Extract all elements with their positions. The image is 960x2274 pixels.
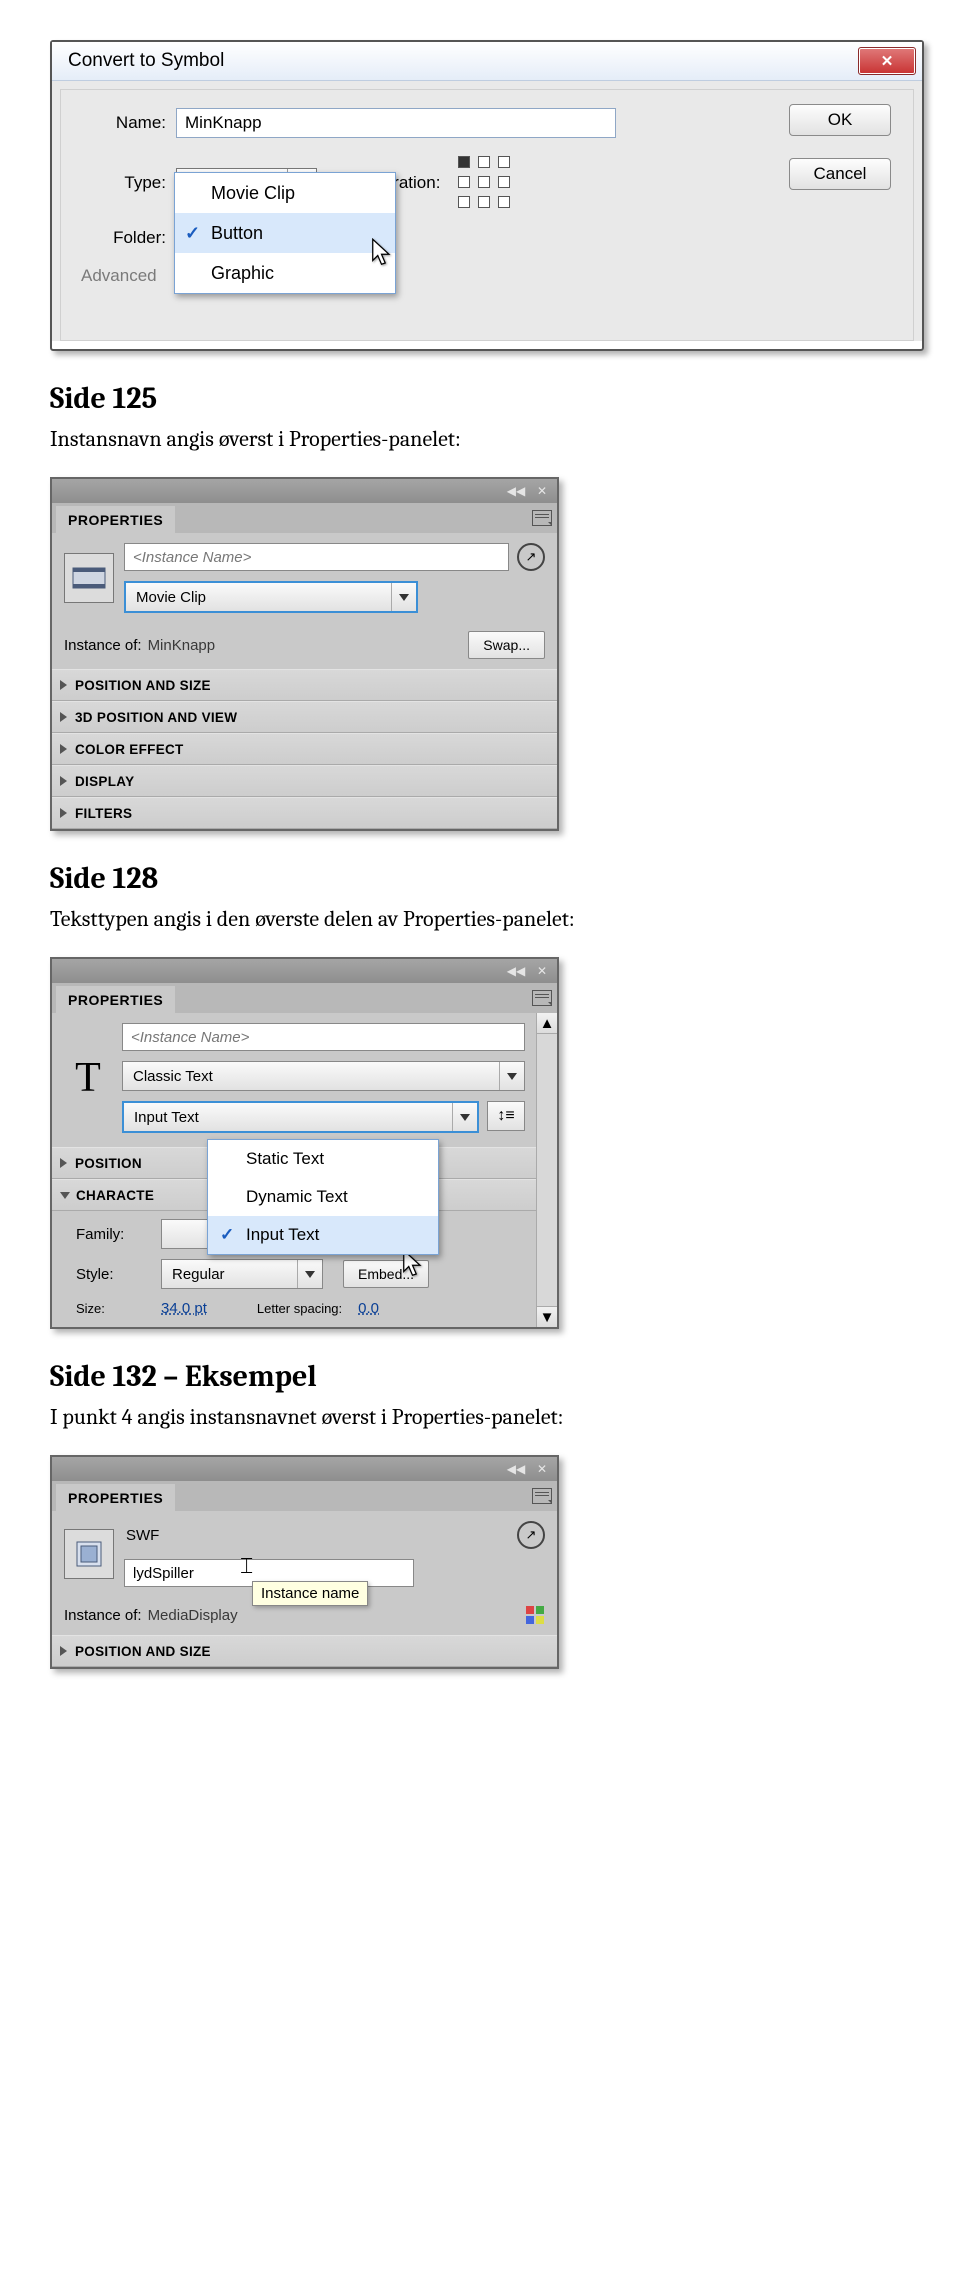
panel-tabs: PROPERTIES [52, 1481, 557, 1511]
panel-menu-button[interactable] [527, 983, 557, 1013]
section-128-heading: Side 128 [50, 861, 910, 896]
size-label: Size: [76, 1301, 151, 1316]
advanced-toggle[interactable]: Advanced [81, 266, 167, 286]
text-type-dropdown[interactable]: Input Text [122, 1101, 479, 1133]
tab-properties[interactable]: PROPERTIES [56, 506, 175, 533]
letter-spacing-label: Letter spacing: [257, 1301, 342, 1316]
name-input[interactable] [176, 108, 616, 138]
close-icon: ✕ [881, 52, 894, 70]
scroll-down-icon[interactable]: ▼ [537, 1306, 557, 1327]
texttype-option-static[interactable]: Static Text [208, 1140, 438, 1178]
cursor-icon [371, 238, 397, 268]
scroll-up-icon[interactable]: ▲ [537, 1013, 557, 1034]
panel-close-icon[interactable]: ✕ [531, 482, 553, 500]
ok-button[interactable]: OK [789, 104, 891, 136]
component-icon [71, 1536, 107, 1572]
chevron-down-icon [499, 1062, 524, 1090]
type-label: Type: [81, 173, 176, 193]
text-engine-value: Classic Text [123, 1068, 499, 1085]
letter-spacing-value[interactable]: 0.0 [358, 1300, 379, 1317]
section-132-text: I punkt 4 angis instansnavnet øverst i P… [50, 1404, 910, 1430]
section-125-text: Instansnavn angis øverst i Properties-pa… [50, 426, 910, 452]
titlebar: Convert to Symbol ✕ [52, 42, 922, 81]
tab-properties[interactable]: PROPERTIES [56, 1484, 175, 1511]
chevron-down-icon [391, 583, 416, 611]
convert-to-symbol-dialog: Convert to Symbol ✕ OK Cancel Name: Type… [52, 42, 922, 341]
cancel-button[interactable]: Cancel [789, 158, 891, 190]
text-thumbnail: T [64, 1049, 112, 1107]
chevron-down-icon [452, 1103, 477, 1131]
scrollbar[interactable]: ▲ ▼ [536, 1013, 557, 1327]
type-option-graphic[interactable]: Graphic [175, 253, 395, 293]
instance-name-tooltip: Instance name [252, 1581, 368, 1606]
registration-grid[interactable] [458, 156, 512, 210]
panel-close-icon[interactable]: ✕ [531, 1460, 553, 1478]
properties-panel-128: ◀◀ ✕ PROPERTIES ▲ ▼ T Classic Text [50, 957, 559, 1329]
symbol-type-dropdown[interactable]: Movie Clip [124, 581, 418, 613]
instance-of-value: MediaDisplay [148, 1607, 238, 1624]
instance-of-label: Instance of: [64, 637, 142, 654]
instance-name-input[interactable] [124, 543, 509, 571]
panel-menu-button[interactable] [527, 1481, 557, 1511]
chevron-down-icon [297, 1260, 322, 1288]
accordion-position-size[interactable]: POSITION AND SIZE [52, 669, 557, 701]
movieclip-icon [71, 560, 107, 596]
name-label: Name: [81, 113, 176, 133]
type-dropdown-menu: Movie Clip Button Graphic [174, 172, 396, 294]
text-orientation-button[interactable]: ↕≡ [487, 1101, 525, 1131]
window-close-button[interactable]: ✕ [858, 47, 916, 75]
family-label: Family: [76, 1226, 151, 1243]
panel-close-icon[interactable]: ✕ [531, 962, 553, 980]
collapse-icon[interactable]: ◀◀ [505, 482, 527, 500]
panel-menu-button[interactable] [527, 503, 557, 533]
texttype-option-dynamic[interactable]: Dynamic Text [208, 1178, 438, 1216]
symbol-thumbnail [64, 553, 114, 603]
instance-of-value: MinKnapp [148, 637, 216, 654]
properties-panel-132: ◀◀ ✕ PROPERTIES SWF ↗ ⌶ Instance name [50, 1455, 559, 1669]
instance-of-label: Instance of: [64, 1607, 142, 1624]
accordion-3d-position[interactable]: 3D POSITION AND VIEW [52, 701, 557, 733]
panel-toolbar: ◀◀ ✕ [52, 959, 557, 983]
folder-label: Folder: [81, 228, 176, 248]
type-option-button[interactable]: Button [175, 213, 395, 253]
size-value[interactable]: 34.0 pt [161, 1300, 207, 1317]
component-type-value: SWF [124, 1523, 509, 1548]
text-engine-dropdown[interactable]: Classic Text [122, 1061, 525, 1091]
section-128-text: Teksttypen angis i den øverste delen av … [50, 906, 910, 932]
section-132-heading: Side 132 – Eksempel [50, 1359, 910, 1394]
color-swatch-icon[interactable] [525, 1605, 545, 1625]
symbol-type-value: Movie Clip [126, 589, 391, 606]
tab-properties[interactable]: PROPERTIES [56, 986, 175, 1013]
panel-toolbar: ◀◀ ✕ [52, 479, 557, 503]
section-125-heading: Side 125 [50, 381, 910, 416]
accordion-filters[interactable]: FILTERS [52, 797, 557, 829]
dialog-title: Convert to Symbol [58, 50, 224, 72]
panel-tabs: PROPERTIES [52, 983, 557, 1013]
panel-tabs: PROPERTIES [52, 503, 557, 533]
circular-arrow-icon[interactable]: ↗ [517, 1521, 545, 1549]
convert-dialog-container: Convert to Symbol ✕ OK Cancel Name: Type… [50, 40, 924, 351]
text-type-dropdown-menu: Static Text Dynamic Text Input Text [207, 1139, 439, 1255]
accordion-color-effect[interactable]: COLOR EFFECT [52, 733, 557, 765]
collapse-icon[interactable]: ◀◀ [505, 962, 527, 980]
text-caret-icon: ⌶ [240, 1553, 253, 1579]
style-label: Style: [76, 1266, 151, 1283]
font-style-dropdown[interactable]: Regular [161, 1259, 323, 1289]
component-thumbnail [64, 1529, 114, 1579]
swap-button[interactable]: Swap... [468, 631, 545, 659]
collapse-icon[interactable]: ◀◀ [505, 1460, 527, 1478]
font-style-value: Regular [162, 1266, 297, 1283]
text-type-value: Input Text [124, 1109, 452, 1126]
accordion-position-size[interactable]: POSITION AND SIZE [52, 1635, 557, 1667]
type-option-movieclip[interactable]: Movie Clip [175, 173, 395, 213]
instance-name-input[interactable] [122, 1023, 525, 1051]
panel-toolbar: ◀◀ ✕ [52, 1457, 557, 1481]
accordion-display[interactable]: DISPLAY [52, 765, 557, 797]
circular-arrow-icon[interactable]: ↗ [517, 543, 545, 571]
properties-panel-125: ◀◀ ✕ PROPERTIES ↗ Movie Clip Instance of [50, 477, 559, 831]
texttype-option-input[interactable]: Input Text [208, 1216, 438, 1254]
